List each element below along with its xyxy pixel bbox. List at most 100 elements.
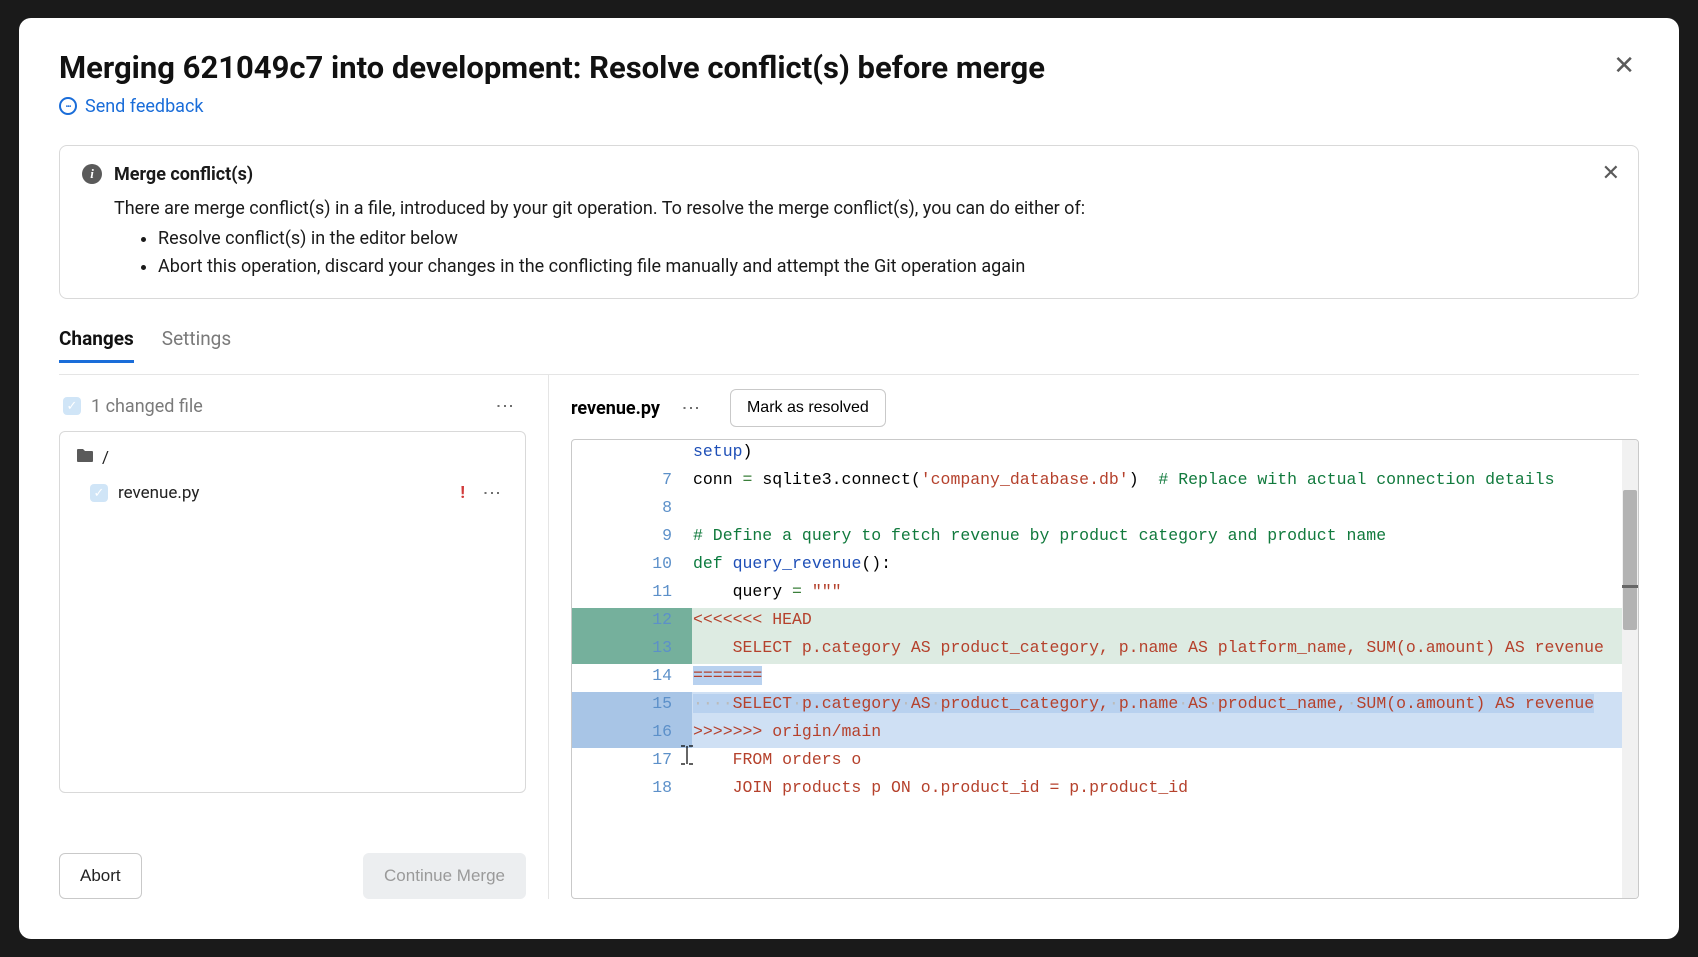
continue-merge-button[interactable]: Continue Merge xyxy=(363,853,526,899)
gutter-marker xyxy=(572,720,620,748)
code-line[interactable]: 11 query = """ xyxy=(572,580,1638,608)
send-feedback-link[interactable]: ••• Send feedback xyxy=(59,96,204,117)
kebab-icon: ⋮ xyxy=(681,399,701,417)
feedback-label: Send feedback xyxy=(85,96,204,117)
abort-button[interactable]: Abort xyxy=(59,853,142,899)
line-number: 13 xyxy=(620,636,692,664)
modal-header: Merging 621049c7 into development: Resol… xyxy=(59,48,1639,88)
code-line[interactable]: 12<<<<<<< HEAD xyxy=(572,608,1638,636)
file-tree: / ✓ revenue.py ! ⋮ xyxy=(59,431,526,793)
close-button[interactable]: ✕ xyxy=(1609,48,1639,82)
code-content[interactable]: ····SELECT·p.category·AS·product_categor… xyxy=(692,692,1638,720)
gutter-marker xyxy=(572,636,620,664)
modal-title: Merging 621049c7 into development: Resol… xyxy=(59,48,1045,88)
scrollbar-mark xyxy=(1622,585,1638,588)
folder-icon xyxy=(76,448,94,468)
code-content[interactable]: # Define a query to fetch revenue by pro… xyxy=(692,524,1638,552)
gutter-marker xyxy=(572,580,620,608)
editor-header: revenue.py ⋮ Mark as resolved xyxy=(571,389,1639,439)
code-editor[interactable]: setup)7conn = sqlite3.connect('company_d… xyxy=(571,439,1639,899)
select-all-checkbox[interactable]: ✓ xyxy=(63,397,81,415)
code-content[interactable]: JOIN products p ON o.product_id = p.prod… xyxy=(692,776,1638,804)
sidebar-actions: Abort Continue Merge xyxy=(59,853,526,899)
tree-root-row[interactable]: / xyxy=(68,442,517,474)
sidebar-top: ✓ 1 changed file ⋮ xyxy=(59,389,526,431)
code-line[interactable]: 10def query_revenue(): xyxy=(572,552,1638,580)
gutter-marker xyxy=(572,440,620,468)
code-content[interactable]: query = """ xyxy=(692,580,1638,608)
line-number: 11 xyxy=(620,580,692,608)
changes-sidebar: ✓ 1 changed file ⋮ / ✓ revenue. xyxy=(59,375,549,899)
editor-file-menu-button[interactable]: ⋮ xyxy=(674,395,708,421)
sidebar-menu-button[interactable]: ⋮ xyxy=(488,393,522,419)
info-title: Merge conflict(s) xyxy=(114,164,253,185)
code-line[interactable]: setup) xyxy=(572,440,1638,468)
code-line[interactable]: 8 xyxy=(572,496,1638,524)
gutter-marker xyxy=(572,496,620,524)
info-close-button[interactable]: ✕ xyxy=(1602,160,1620,186)
line-number: 10 xyxy=(620,552,692,580)
info-icon: i xyxy=(82,164,102,184)
close-icon: ✕ xyxy=(1613,50,1635,80)
scrollbar-thumb[interactable] xyxy=(1623,490,1637,630)
line-number xyxy=(620,440,692,468)
code-content[interactable]: SELECT p.category AS product_category, p… xyxy=(692,636,1638,664)
info-bullet: Abort this operation, discard your chang… xyxy=(158,253,1616,281)
code-content[interactable]: FROM orders o xyxy=(692,748,1638,776)
gutter-marker xyxy=(572,776,620,804)
line-number: 12 xyxy=(620,608,692,636)
line-number: 8 xyxy=(620,496,692,524)
tab-settings[interactable]: Settings xyxy=(162,327,231,363)
main-area: ✓ 1 changed file ⋮ / ✓ revenue. xyxy=(59,374,1639,899)
kebab-icon: ⋮ xyxy=(495,397,515,415)
gutter-marker xyxy=(572,692,620,720)
tree-root-label: / xyxy=(102,448,109,468)
gutter-marker xyxy=(572,748,620,776)
code-line[interactable]: 16>>>>>>> origin/main xyxy=(572,720,1638,748)
code-line[interactable]: 14======= xyxy=(572,664,1638,692)
line-number: 17 xyxy=(620,748,692,776)
code-line[interactable]: 13 SELECT p.category AS product_category… xyxy=(572,636,1638,664)
info-box-header: i Merge conflict(s) xyxy=(82,164,1616,185)
tab-changes[interactable]: Changes xyxy=(59,327,134,363)
line-number: 15 xyxy=(620,692,692,720)
tree-file-row[interactable]: ✓ revenue.py ! ⋮ xyxy=(68,474,517,512)
code-content[interactable]: <<<<<<< HEAD xyxy=(692,608,1638,636)
close-icon: ✕ xyxy=(1602,160,1620,185)
info-body: There are merge conflict(s) in a file, i… xyxy=(82,195,1616,281)
line-number: 9 xyxy=(620,524,692,552)
line-number: 14 xyxy=(620,664,692,692)
info-lead-text: There are merge conflict(s) in a file, i… xyxy=(114,195,1616,223)
code-line[interactable]: 9# Define a query to fetch revenue by pr… xyxy=(572,524,1638,552)
file-checkbox[interactable]: ✓ xyxy=(90,484,108,502)
file-menu-button[interactable]: ⋮ xyxy=(475,480,509,506)
code-content[interactable]: >>>>>>> origin/main xyxy=(692,720,1638,748)
editor-scrollbar[interactable] xyxy=(1622,440,1638,898)
code-line[interactable]: 7conn = sqlite3.connect('company_databas… xyxy=(572,468,1638,496)
line-number: 18 xyxy=(620,776,692,804)
mark-as-resolved-button[interactable]: Mark as resolved xyxy=(730,389,886,427)
sidebar-top-left: ✓ 1 changed file xyxy=(63,396,203,417)
code-content[interactable]: setup) xyxy=(692,440,1638,468)
code-line[interactable]: 15····SELECT·p.category·AS·product_categ… xyxy=(572,692,1638,720)
code-content[interactable]: ======= xyxy=(692,664,1638,692)
code-content[interactable] xyxy=(692,496,1638,524)
code-line[interactable]: 17 FROM orders o xyxy=(572,748,1638,776)
merge-conflict-info-box: i Merge conflict(s) ✕ There are merge co… xyxy=(59,145,1639,300)
changed-files-label: 1 changed file xyxy=(91,396,203,417)
tabs-row: Changes Settings xyxy=(59,327,1639,364)
line-number: 7 xyxy=(620,468,692,496)
kebab-icon: ⋮ xyxy=(482,484,502,502)
code-content[interactable]: conn = sqlite3.connect('company_database… xyxy=(692,468,1638,496)
info-bullet: Resolve conflict(s) in the editor below xyxy=(158,225,1616,253)
code-line[interactable]: 18 JOIN products p ON o.product_id = p.p… xyxy=(572,776,1638,804)
gutter-marker xyxy=(572,664,620,692)
feedback-icon: ••• xyxy=(59,97,77,115)
code-content[interactable]: def query_revenue(): xyxy=(692,552,1638,580)
editor-pane: revenue.py ⋮ Mark as resolved setup)7con… xyxy=(549,375,1639,899)
conflict-indicator-icon: ! xyxy=(460,483,465,503)
editor-file-name: revenue.py xyxy=(571,398,660,419)
gutter-marker xyxy=(572,524,620,552)
gutter-marker xyxy=(572,552,620,580)
merge-conflict-modal: Merging 621049c7 into development: Resol… xyxy=(19,18,1679,940)
